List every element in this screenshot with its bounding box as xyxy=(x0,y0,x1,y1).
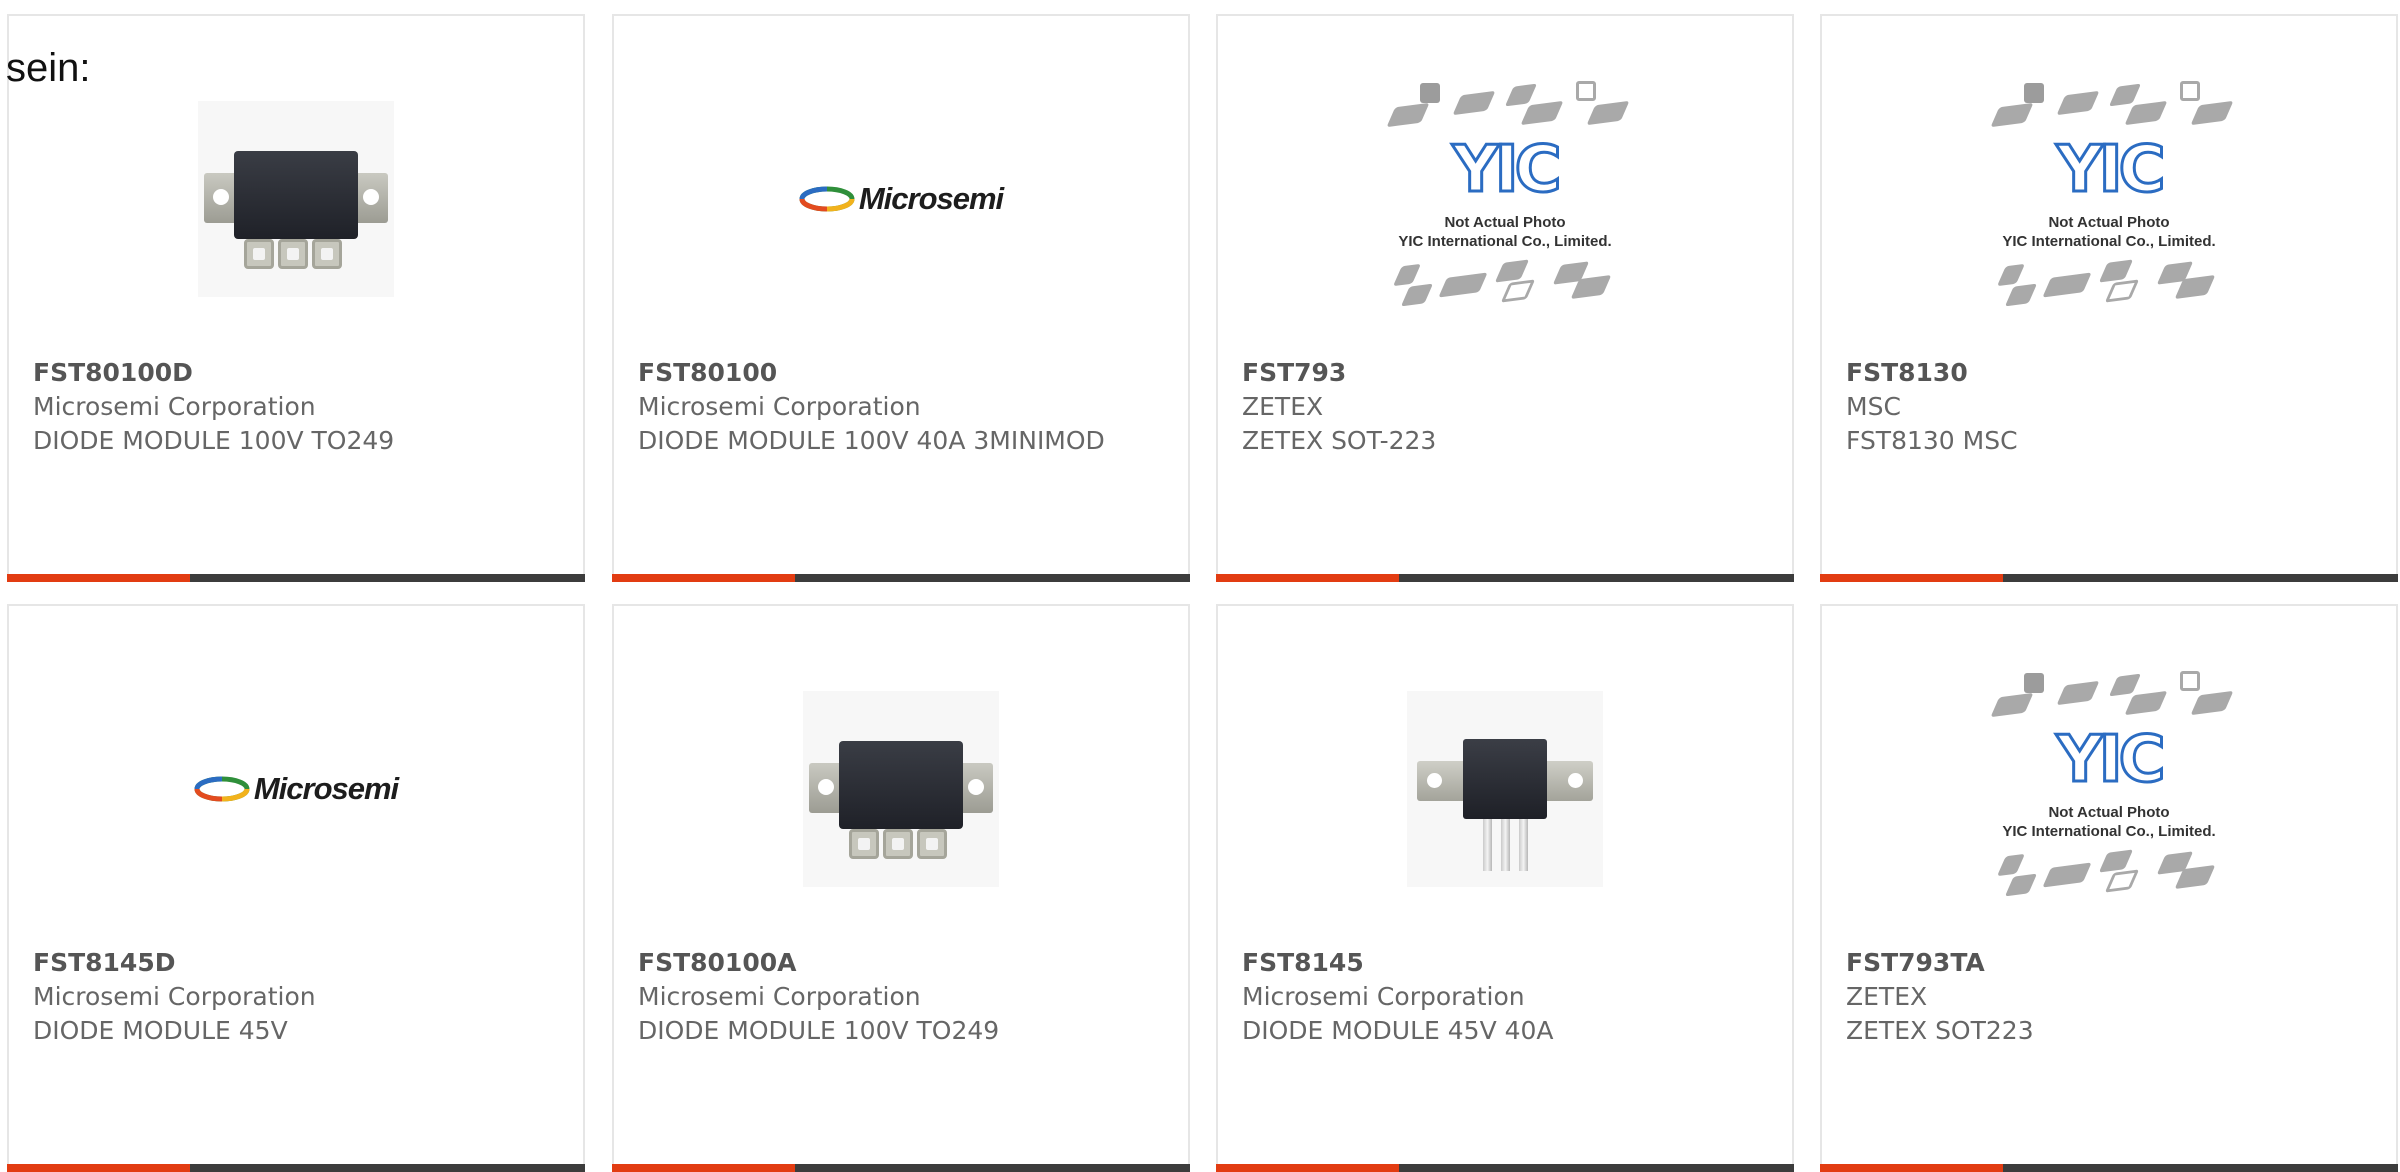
card-bottom-bar xyxy=(7,1164,585,1172)
card-bottom-bar xyxy=(612,1164,1190,1172)
manufacturer: Microsemi Corporation xyxy=(33,982,316,1011)
yic-logo-icon: YIC xyxy=(1451,133,1563,207)
description: ZETEX SOT223 xyxy=(1846,1016,2034,1045)
yic-logo-icon: YIC xyxy=(2055,133,2167,207)
product-meta: FST80100D Microsemi Corporation DIODE MO… xyxy=(33,356,563,458)
placeholder-line-1: Not Actual Photo xyxy=(1444,214,1566,231)
description: DIODE MODULE 100V TO249 xyxy=(33,426,395,455)
yic-placeholder-image: YIC Not Actual Photo YIC International C… xyxy=(1974,669,2244,909)
part-number-link[interactable]: FST80100A xyxy=(638,946,1168,980)
microsemi-swirl-icon xyxy=(799,186,855,212)
description: DIODE MODULE 100V TO249 xyxy=(638,1016,1000,1045)
card-bottom-bar xyxy=(7,574,585,582)
part-number-link[interactable]: FST8145 xyxy=(1242,946,1772,980)
description: DIODE MODULE 100V 40A 3MINIMOD xyxy=(638,426,1105,455)
yic-logo-icon: YIC xyxy=(2055,723,2167,797)
product-image[interactable] xyxy=(9,68,583,330)
product-meta: FST793 ZETEX ZETEX SOT-223 xyxy=(1242,356,1772,458)
part-number-link[interactable]: FST80100D xyxy=(33,356,563,390)
manufacturer: Microsemi Corporation xyxy=(638,982,921,1011)
manufacturer: MSC xyxy=(1846,392,1901,421)
manufacturer: Microsemi Corporation xyxy=(33,392,316,421)
product-image[interactable] xyxy=(614,658,1188,920)
product-meta: FST793TA ZETEX ZETEX SOT223 xyxy=(1846,946,2376,1048)
diode-package-photo xyxy=(1407,691,1603,887)
microsemi-swirl-icon xyxy=(194,776,250,802)
logo-text: Microsemi xyxy=(858,181,1004,216)
card-bottom-bar xyxy=(1216,1164,1794,1172)
card-bottom-bar xyxy=(1216,574,1794,582)
product-image[interactable]: YIC Not Actual Photo YIC International C… xyxy=(1822,68,2396,330)
product-image[interactable]: YIC Not Actual Photo YIC International C… xyxy=(1822,658,2396,920)
card-bottom-bar xyxy=(612,574,1190,582)
product-meta: FST80100 Microsemi Corporation DIODE MOD… xyxy=(638,356,1168,458)
product-meta: FST8145 Microsemi Corporation DIODE MODU… xyxy=(1242,946,1772,1048)
card-bottom-bar xyxy=(1820,1164,2398,1172)
description: FST8130 MSC xyxy=(1846,426,2018,455)
product-image[interactable] xyxy=(1218,658,1792,920)
logo-text: Microsemi xyxy=(253,771,399,806)
placeholder-line-2: YIC International Co., Limited. xyxy=(2002,233,2216,250)
manufacturer: ZETEX xyxy=(1846,982,1928,1011)
product-card[interactable]: YIC Not Actual Photo YIC International C… xyxy=(1216,14,1794,582)
product-card[interactable]: FST80100A Microsemi Corporation DIODE MO… xyxy=(612,604,1190,1172)
product-meta: FST8145D Microsemi Corporation DIODE MOD… xyxy=(33,946,563,1048)
product-image[interactable]: Microsemi xyxy=(9,658,583,920)
placeholder-line-1: Not Actual Photo xyxy=(2048,804,2170,821)
product-card[interactable]: FST80100D Microsemi Corporation DIODE MO… xyxy=(7,14,585,582)
manufacturer: Microsemi Corporation xyxy=(1242,982,1525,1011)
intro-text: sein: xyxy=(6,46,91,90)
product-card[interactable]: YIC Not Actual Photo YIC International C… xyxy=(1820,14,2398,582)
microsemi-logo: Microsemi xyxy=(194,771,399,807)
card-bottom-bar xyxy=(1820,574,2398,582)
product-card[interactable]: Microsemi FST80100 Microsemi Corporation… xyxy=(612,14,1190,582)
diode-module-photo xyxy=(198,101,394,297)
product-image[interactable]: Microsemi xyxy=(614,68,1188,330)
placeholder-line-2: YIC International Co., Limited. xyxy=(1398,233,1612,250)
part-number-link[interactable]: FST793TA xyxy=(1846,946,2376,980)
part-number-link[interactable]: FST80100 xyxy=(638,356,1168,390)
yic-placeholder-image: YIC Not Actual Photo YIC International C… xyxy=(1974,79,2244,319)
placeholder-line-1: Not Actual Photo xyxy=(2048,214,2170,231)
description: ZETEX SOT-223 xyxy=(1242,426,1437,455)
description: DIODE MODULE 45V 40A xyxy=(1242,1016,1554,1045)
part-number-link[interactable]: FST793 xyxy=(1242,356,1772,390)
description: DIODE MODULE 45V xyxy=(33,1016,288,1045)
product-card[interactable]: YIC Not Actual Photo YIC International C… xyxy=(1820,604,2398,1172)
yic-placeholder-image: YIC Not Actual Photo YIC International C… xyxy=(1370,79,1640,319)
manufacturer: ZETEX xyxy=(1242,392,1324,421)
product-image[interactable]: YIC Not Actual Photo YIC International C… xyxy=(1218,68,1792,330)
product-card[interactable]: Microsemi FST8145D Microsemi Corporation… xyxy=(7,604,585,1172)
diode-module-photo xyxy=(803,691,999,887)
product-meta: FST80100A Microsemi Corporation DIODE MO… xyxy=(638,946,1168,1048)
placeholder-line-2: YIC International Co., Limited. xyxy=(2002,823,2216,840)
part-number-link[interactable]: FST8130 xyxy=(1846,356,2376,390)
product-meta: FST8130 MSC FST8130 MSC xyxy=(1846,356,2376,458)
manufacturer: Microsemi Corporation xyxy=(638,392,921,421)
part-number-link[interactable]: FST8145D xyxy=(33,946,563,980)
product-card[interactable]: FST8145 Microsemi Corporation DIODE MODU… xyxy=(1216,604,1794,1172)
microsemi-logo: Microsemi xyxy=(799,181,1004,217)
